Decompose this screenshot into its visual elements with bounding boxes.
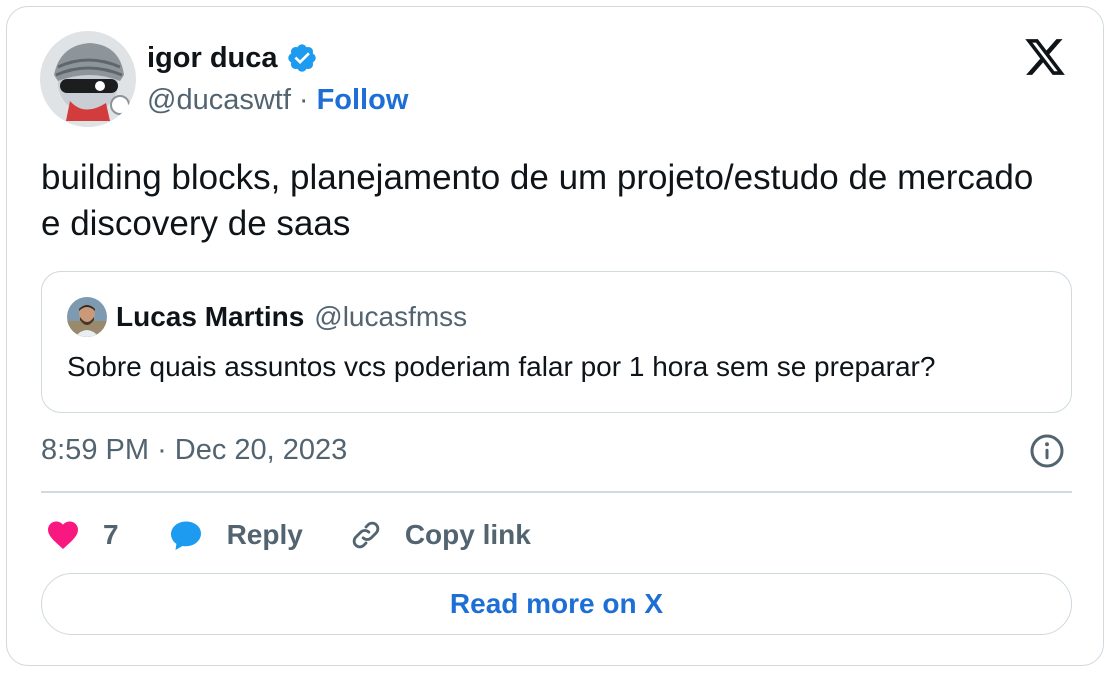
reply-bubble-icon [170, 521, 201, 550]
author-avatar[interactable] [40, 31, 136, 127]
like-button[interactable]: 7 [45, 517, 119, 553]
reply-button[interactable]: Reply [167, 517, 303, 553]
quoted-author-avatar [67, 297, 107, 337]
tweet-text: building blocks, planejamento de um proj… [41, 158, 1034, 243]
heart-icon [48, 521, 78, 550]
quoted-tweet-text: Sobre quais assuntos vcs poderiam falar … [67, 351, 936, 382]
tweet-date: Dec 20, 2023 [174, 434, 348, 466]
tweet-time: 8:59 PM [41, 434, 149, 466]
person-avatar-icon [67, 297, 107, 337]
cartoon-avatar-icon [40, 31, 136, 127]
author-name[interactable]: igor duca [147, 41, 278, 75]
quoted-tweet[interactable]: Lucas Martins @lucasfmss Sobre quais ass… [41, 271, 1072, 413]
tweet-embed-card: igor duca @ducaswtf · Follow building bl… [6, 6, 1104, 666]
reply-label: Reply [226, 519, 303, 550]
action-bar: 7 Reply Copy link [45, 511, 531, 559]
divider [41, 491, 1072, 493]
info-icon[interactable] [1029, 433, 1065, 469]
quoted-author-handle: @lucasfmss [314, 301, 468, 332]
copy-link-label: Copy link [404, 519, 531, 550]
quoted-author-name: Lucas Martins [116, 301, 305, 332]
link-icon [352, 521, 380, 549]
handle-separator: · [298, 84, 309, 116]
author-handle[interactable]: @ducaswtf [147, 83, 291, 117]
copy-link-button[interactable]: Copy link [349, 518, 531, 552]
like-count: 7 [103, 519, 119, 550]
verified-badge-icon [287, 44, 316, 72]
tweet-timestamp[interactable]: 8:59 PM · Dec 20, 2023 [41, 433, 347, 467]
follow-button[interactable]: Follow [317, 83, 409, 117]
read-more-button[interactable]: Read more on X [41, 573, 1072, 635]
meta-separator: · [157, 434, 167, 466]
x-logo-icon[interactable] [1023, 35, 1067, 79]
